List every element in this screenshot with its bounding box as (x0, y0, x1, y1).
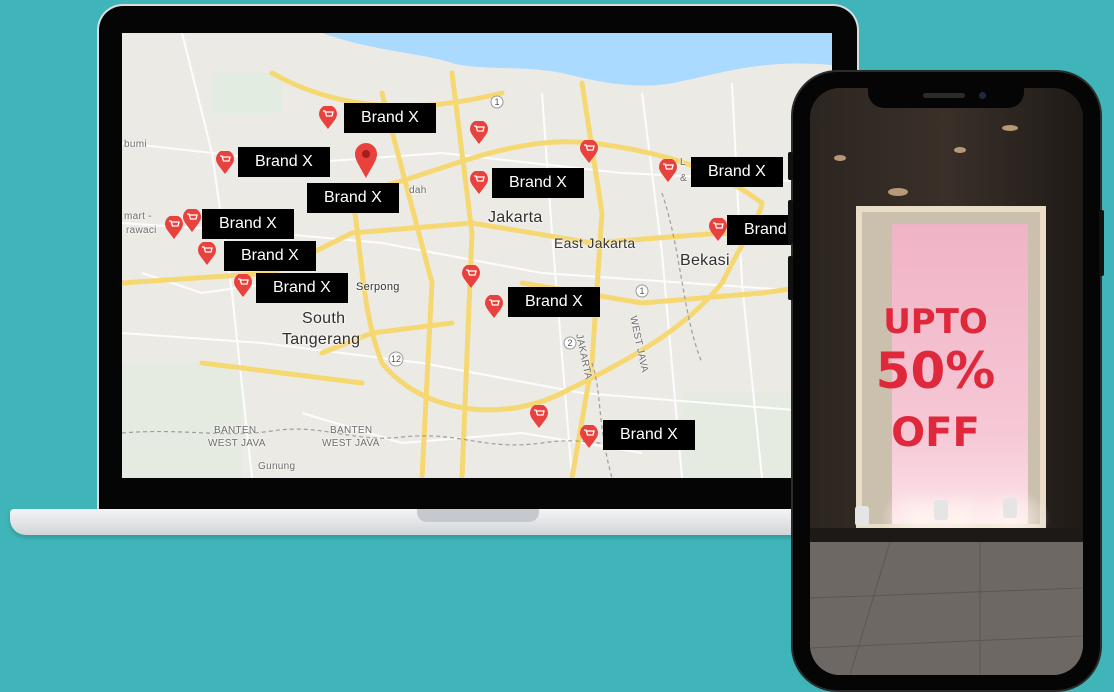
phone-screen: UPTO 50% OFF (810, 88, 1083, 675)
place-label-bumi: bumi (124, 139, 147, 150)
region-label-west-java-1: WEST JAVA (208, 438, 266, 449)
brand-label[interactable]: Brand X (691, 157, 783, 187)
region-label-west-java-2: WEST JAVA (322, 438, 380, 449)
brand-label[interactable]: Brand X (603, 420, 695, 450)
store-pin[interactable] (659, 159, 677, 183)
brand-label[interactable]: Brand X (508, 287, 600, 317)
shopping-cart-icon (659, 159, 677, 182)
region-label-banten-2: BANTEN (330, 425, 373, 436)
store-pin[interactable] (183, 209, 201, 233)
map-view[interactable]: 1 2 1 12 Jakarta East Jakarta Bekasi Sou… (122, 33, 832, 478)
shopping-cart-icon (470, 121, 488, 144)
shopping-cart-icon (470, 171, 488, 194)
phone-volume-down (788, 256, 793, 300)
place-label-serpong: Serpong (356, 281, 400, 293)
poster-line-50-percent: 50% (875, 342, 996, 400)
brand-label[interactable]: Brand X (256, 273, 348, 303)
brand-label[interactable]: Brand X (238, 147, 330, 177)
place-label-bekasi: Bekasi (680, 252, 730, 269)
place-label-mart: mart - (124, 211, 152, 222)
brand-label[interactable]: Brand X (224, 241, 316, 271)
brand-label[interactable]: Brand X (344, 103, 436, 133)
poster-line-off: OFF (891, 410, 980, 456)
store-pin[interactable] (198, 242, 216, 266)
place-label-l: L (680, 157, 686, 168)
shopping-cart-icon (216, 151, 234, 174)
store-pin[interactable] (530, 405, 548, 429)
shopping-cart-icon (485, 295, 503, 318)
place-label-dah: dah (409, 185, 427, 196)
store-pin[interactable] (485, 295, 503, 319)
place-label-gunung: Gunung (258, 461, 296, 472)
shopping-cart-icon (462, 265, 480, 288)
brand-label[interactable]: Brand X (492, 168, 584, 198)
region-label-banten-1: BANTEN (214, 425, 257, 436)
shopping-cart-icon (183, 209, 201, 232)
place-label-east-jakarta: East Jakarta (554, 235, 636, 251)
shopping-cart-icon (198, 242, 216, 265)
brand-label[interactable]: Brand X (307, 183, 399, 213)
store-pin[interactable] (234, 274, 252, 298)
place-label-rawaci: rawaci (126, 225, 157, 236)
place-label-amp: & (680, 173, 687, 184)
shopping-cart-icon (165, 216, 183, 239)
route-shield: 1 (494, 97, 499, 107)
phone-mute-switch (788, 152, 793, 180)
shopping-cart-icon (319, 106, 337, 129)
route-shield: 12 (391, 354, 401, 364)
store-pin[interactable] (462, 265, 480, 289)
store-pin[interactable] (580, 425, 598, 449)
store-pin[interactable] (470, 171, 488, 195)
camera-icon (979, 92, 986, 99)
map-pin-icon[interactable] (355, 143, 377, 179)
place-label-tangerang: Tangerang (282, 331, 361, 348)
shopping-cart-icon (580, 140, 598, 163)
laptop-hinge-notch (417, 509, 539, 522)
shopping-cart-icon (709, 218, 727, 241)
store-pin[interactable] (216, 151, 234, 175)
place-label-jakarta: Jakarta (488, 209, 543, 226)
poster-line-upto: UPTO (883, 302, 988, 342)
shopping-cart-icon (234, 274, 252, 297)
shopping-cart-icon (530, 405, 548, 428)
phone-speaker (923, 93, 965, 98)
phone-volume-up (788, 200, 793, 244)
store-pin[interactable] (580, 140, 598, 164)
store-pin[interactable] (319, 106, 337, 130)
phone-power-button (1099, 210, 1104, 276)
shopping-cart-icon (580, 425, 598, 448)
place-label-south: South (302, 310, 346, 327)
store-pin[interactable] (470, 121, 488, 145)
route-shield: 1 (639, 286, 644, 296)
store-pin[interactable] (709, 218, 727, 242)
brand-label[interactable]: Brand X (202, 209, 294, 239)
route-shield: 2 (567, 338, 572, 348)
store-pin[interactable] (165, 216, 183, 240)
